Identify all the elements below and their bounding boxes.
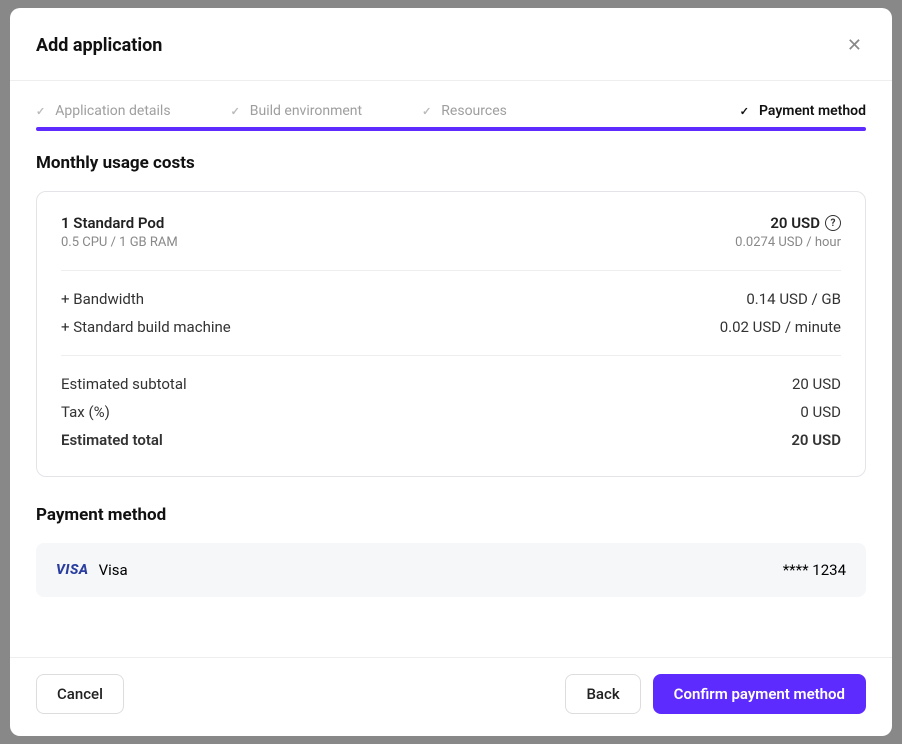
confirm-button[interactable]: Confirm payment method	[653, 674, 866, 714]
close-button[interactable]: ✕	[843, 32, 866, 58]
step-label: Payment method	[759, 103, 866, 119]
bandwidth-label: + Bandwidth	[61, 290, 144, 308]
pod-label: 1 Standard Pod	[61, 214, 178, 232]
section-title-payment: Payment method	[36, 505, 866, 525]
pod-hourly: 0.0274 USD / hour	[735, 235, 841, 250]
cost-row-total: Estimated total 20 USD	[61, 426, 841, 454]
check-icon: ✓	[231, 105, 240, 118]
modal-footer: Cancel Back Confirm payment method	[10, 657, 892, 736]
cost-row-tax: Tax (%) 0 USD	[61, 398, 841, 426]
cost-row-subtotal: Estimated subtotal 20 USD	[61, 370, 841, 398]
subtotal-value: 20 USD	[792, 375, 841, 393]
payment-left: VISA Visa	[56, 561, 128, 579]
subtotal-label: Estimated subtotal	[61, 375, 187, 393]
section-title-costs: Monthly usage costs	[36, 153, 866, 173]
total-label: Estimated total	[61, 431, 163, 449]
bandwidth-price: 0.14 USD / GB	[746, 290, 841, 308]
build-label: + Standard build machine	[61, 318, 231, 336]
divider	[61, 355, 841, 356]
pod-price-value: 20 USD	[770, 214, 820, 232]
tax-label: Tax (%)	[61, 403, 110, 421]
modal-header: Add application ✕	[10, 8, 892, 81]
divider	[61, 270, 841, 271]
step-resources[interactable]: ✓ Resources	[422, 103, 507, 119]
close-icon: ✕	[847, 35, 862, 55]
cancel-button[interactable]: Cancel	[36, 674, 124, 714]
cost-card: 1 Standard Pod 0.5 CPU / 1 GB RAM 20 USD…	[36, 191, 866, 477]
check-icon: ✓	[740, 105, 749, 118]
back-button[interactable]: Back	[565, 674, 640, 714]
cost-row-build: + Standard build machine 0.02 USD / minu…	[61, 313, 841, 341]
modal-title: Add application	[36, 35, 162, 56]
stepper: ✓ Application details ✓ Build environmen…	[10, 81, 892, 131]
pod-price: 20 USD ?	[770, 214, 841, 232]
pod-spec: 0.5 CPU / 1 GB RAM	[61, 235, 178, 250]
check-icon: ✓	[36, 105, 45, 118]
help-icon[interactable]: ?	[825, 215, 841, 231]
build-price: 0.02 USD / minute	[720, 318, 841, 336]
check-icon: ✓	[422, 105, 431, 118]
step-application-details[interactable]: ✓ Application details	[36, 103, 171, 119]
visa-icon: VISA	[56, 562, 89, 578]
payment-method-card[interactable]: VISA Visa **** 1234	[36, 543, 866, 597]
modal-content: Monthly usage costs 1 Standard Pod 0.5 C…	[10, 131, 892, 657]
cost-row-pod: 1 Standard Pod 0.5 CPU / 1 GB RAM 20 USD…	[61, 214, 841, 256]
payment-brand: Visa	[99, 561, 128, 579]
total-value: 20 USD	[791, 431, 841, 449]
step-label: Resources	[441, 103, 507, 119]
step-build-environment[interactable]: ✓ Build environment	[231, 103, 363, 119]
payment-last4: **** 1234	[783, 561, 846, 579]
cost-row-bandwidth: + Bandwidth 0.14 USD / GB	[61, 285, 841, 313]
step-payment-method[interactable]: ✓ Payment method	[740, 103, 866, 119]
add-application-modal: Add application ✕ ✓ Application details …	[10, 8, 892, 736]
step-label: Application details	[55, 103, 170, 119]
tax-value: 0 USD	[800, 403, 841, 421]
step-label: Build environment	[250, 103, 362, 119]
